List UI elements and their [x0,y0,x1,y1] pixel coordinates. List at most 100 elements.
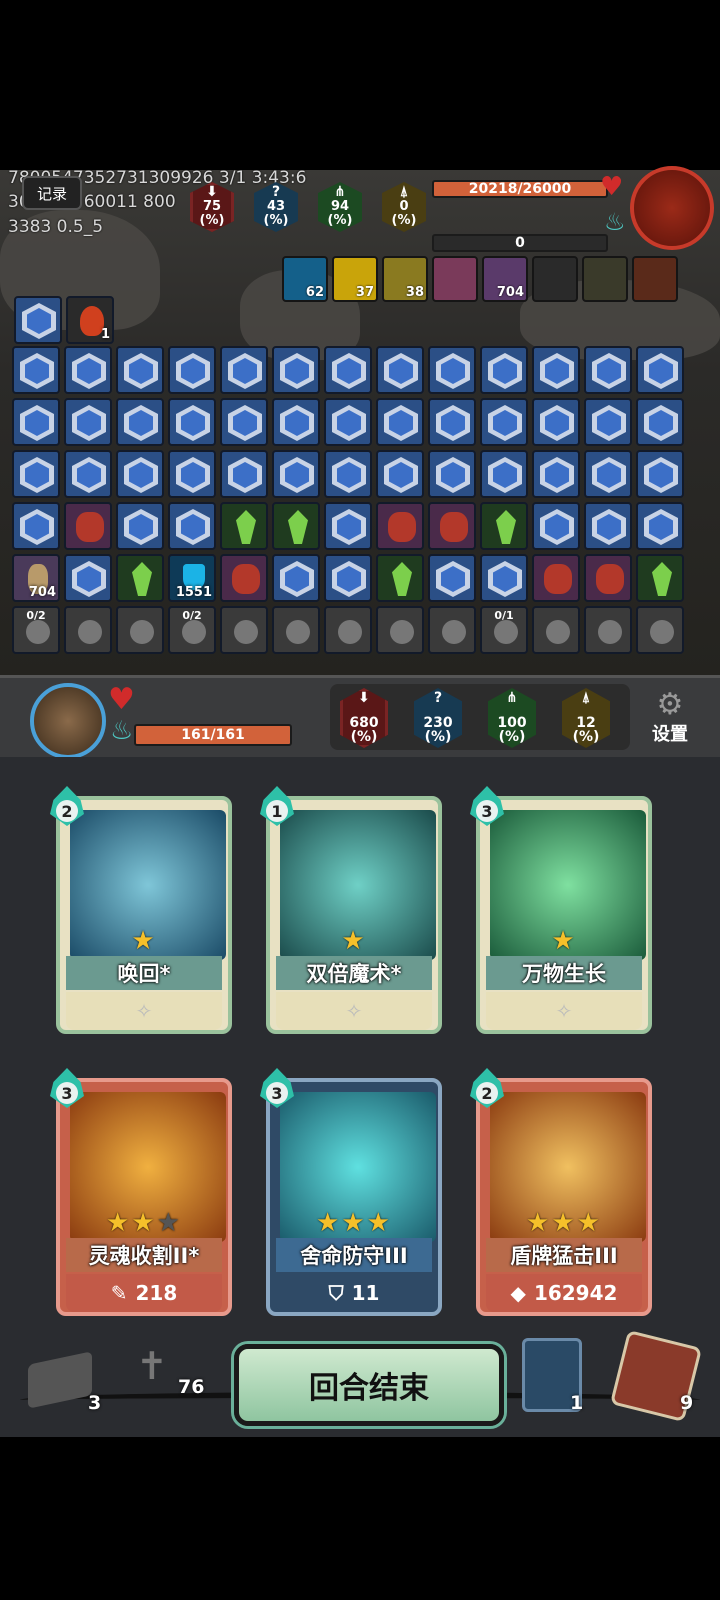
player-portrait[interactable] [30,683,106,759]
grid-cell-hex[interactable] [64,398,112,446]
grid-cell-hex[interactable] [324,554,372,602]
grid-cell-hex[interactable] [636,346,684,394]
card-double-magic[interactable]: ★ 双倍魔术* ✧ 1 [260,786,442,1034]
grid-cell-demon[interactable] [532,554,580,602]
grid-cell-hex[interactable] [584,346,632,394]
grid-cell-hex[interactable] [480,346,528,394]
grid-cell-hex[interactable] [636,450,684,498]
armor-buff-icon[interactable] [532,256,578,302]
grave-icon[interactable]: ✝ [136,1344,168,1388]
grid-cell-hex[interactable] [272,346,320,394]
grid-cell-hex[interactable] [116,450,164,498]
grid-cell-flame[interactable]: 1 [66,296,114,344]
grid-cell-demon[interactable] [584,554,632,602]
grid-cell-hex[interactable] [168,346,216,394]
record-button[interactable]: 记录 [22,176,82,210]
card-recall[interactable]: ★ 唤回* ✧ 2 [50,786,232,1034]
bell-icon[interactable] [272,606,320,654]
enemy-portrait[interactable] [630,166,714,250]
grid-cell-hex[interactable] [168,398,216,446]
grid-cell-hex[interactable] [220,398,268,446]
grid-cell-hex[interactable] [272,554,320,602]
grid-cell-gem[interactable] [480,502,528,550]
grid-cell-gem[interactable] [272,502,320,550]
grid-cell-hex[interactable] [14,296,62,344]
grid-cell-demon[interactable] [376,502,424,550]
grid-cell-hex[interactable] [428,346,476,394]
voodoo-buff-icon[interactable]: 704 [482,256,528,302]
grid-cell-hex[interactable] [220,346,268,394]
grid-cell-gem[interactable] [376,554,424,602]
grid-cell-hex[interactable] [168,502,216,550]
grid-cell-hex[interactable] [12,398,60,446]
shield-buff-icon[interactable]: 62 [282,256,328,302]
grid-cell-hex[interactable] [480,450,528,498]
lightning-buff-icon[interactable]: 37 [332,256,378,302]
blue-shield-icon[interactable] [636,606,684,654]
grid-cell-gem[interactable] [116,554,164,602]
grid-cell-hex[interactable] [532,450,580,498]
grid-cell-hex[interactable] [324,346,372,394]
grid-cell-demon[interactable] [428,502,476,550]
grid-cell-hex[interactable] [584,398,632,446]
teapot-icon[interactable] [532,606,580,654]
grid-cell-hex[interactable] [428,450,476,498]
settings-button[interactable]: ⚙ 设置 [652,690,688,746]
grid-cell-hex[interactable] [636,502,684,550]
grid-cell-hex[interactable] [376,346,424,394]
owl-icon[interactable] [584,606,632,654]
grid-cell-demon[interactable] [220,554,268,602]
grid-cell-hex[interactable] [324,450,372,498]
grid-cell-hex[interactable] [12,502,60,550]
grid-cell-hex[interactable] [116,502,164,550]
grid-cell-gem[interactable] [636,554,684,602]
grid-cell-hex[interactable] [116,398,164,446]
horn-icon[interactable] [428,606,476,654]
grid-cell-gem[interactable] [220,502,268,550]
grid-cell-hex[interactable] [532,398,580,446]
spear-icon[interactable]: 0/2 [12,606,60,654]
grid-cell-hex[interactable] [584,502,632,550]
ice-cream-icon[interactable] [116,606,164,654]
fire-bomb-buff-icon[interactable] [632,256,678,302]
grid-cell-hex[interactable] [12,450,60,498]
sunflower-icon[interactable] [324,606,372,654]
grid-cell-hex[interactable] [532,346,580,394]
fire-bomb-icon[interactable] [64,606,112,654]
grid-cell-hex[interactable] [64,346,112,394]
grid-cell-hex[interactable] [116,346,164,394]
grid-cell-hex[interactable] [324,502,372,550]
goggles-icon[interactable] [220,606,268,654]
grid-cell-hex[interactable] [324,398,372,446]
grid-cell-demon[interactable] [64,502,112,550]
grid-cell-hex[interactable] [584,450,632,498]
grid-cell-hex[interactable] [480,554,528,602]
grid-cell-hex[interactable] [428,554,476,602]
grid-cell-hex[interactable] [636,398,684,446]
grid-cell-hex[interactable] [64,554,112,602]
grid-cell-hex[interactable] [168,450,216,498]
grid-cell-hex[interactable] [376,450,424,498]
boots-icon[interactable]: 0/2 [168,606,216,654]
card-growth[interactable]: ★ 万物生长 ✧ 3 [470,786,652,1034]
grid-cell-hex[interactable] [220,450,268,498]
card-soul-harvest[interactable]: ★★★ 灵魂收割II* ✎ 218 3 [50,1068,232,1316]
grid-cell-hex[interactable] [428,398,476,446]
grid-cell-hex[interactable] [480,398,528,446]
grid-cell-hex[interactable] [376,398,424,446]
hourglass-buff-icon[interactable] [582,256,628,302]
dagger-icon[interactable]: 0/1 [480,606,528,654]
grid-cell-hex[interactable] [64,450,112,498]
storm-buff-icon[interactable]: 38 [382,256,428,302]
grid-cell-hex[interactable] [12,346,60,394]
card-shield-bash[interactable]: ★★★ 盾牌猛击III ◆ 162942 2 [470,1068,652,1316]
grid-cell-hex[interactable] [272,398,320,446]
grid-cell-hex[interactable] [272,450,320,498]
end-turn-button[interactable]: 回合结束 [234,1344,504,1426]
grid-cell-shield[interactable]: 1551 [168,554,216,602]
cookie-icon[interactable] [376,606,424,654]
grid-cell-hex[interactable] [532,502,580,550]
grid-cell-voodoo[interactable]: 704 [12,554,60,602]
demon-buff-icon[interactable] [432,256,478,302]
card-desperate-defense[interactable]: ★★★ 舍命防守III ⛉ 11 3 [260,1068,442,1316]
